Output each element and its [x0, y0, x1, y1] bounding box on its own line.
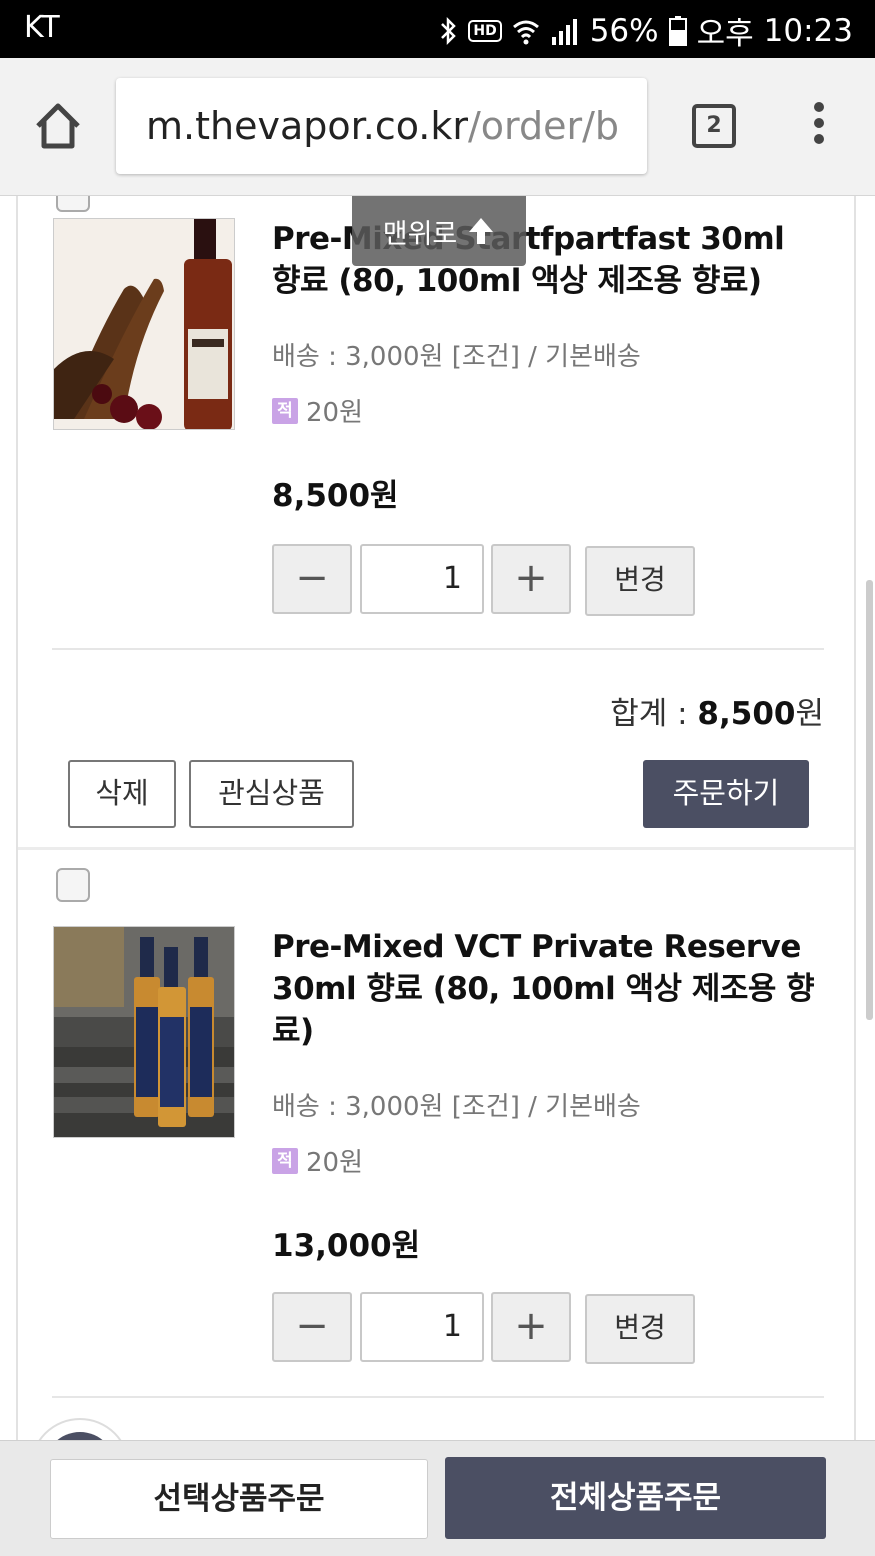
item-total: 합계 : 8,500원	[610, 688, 824, 733]
total-unit: 원	[795, 696, 824, 732]
points-info: 적 20원	[272, 392, 363, 429]
product-name[interactable]: Pre-Mixed VCT Private Reserve 30ml 향료 (8…	[272, 926, 822, 1052]
points-value: 20원	[306, 1148, 364, 1178]
tab-switcher-button[interactable]: 2	[692, 104, 736, 148]
cart-list: Pre-Mixed Startfpartfast 30ml 향료 (80, 10…	[16, 196, 856, 1440]
page-scrollbar[interactable]	[866, 580, 873, 1020]
shipping-info: 배송 : 3,000원 [조건] / 기본배송	[272, 1092, 641, 1122]
points-info: 적 20원	[272, 1142, 363, 1179]
quantity-input[interactable]: 1	[360, 544, 484, 614]
product-price: 13,000원	[272, 1228, 421, 1264]
bottom-order-bar: 선택상품주문 전체상품주문	[0, 1440, 875, 1556]
scroll-to-top-label: 맨위로	[382, 218, 458, 250]
points-badge-icon: 적	[272, 397, 298, 424]
item-checkbox[interactable]	[56, 868, 90, 902]
clock: 10:23	[763, 12, 853, 49]
signal-icon	[550, 17, 580, 45]
quantity-decrease-button[interactable]: −	[272, 544, 352, 614]
order-all-button[interactable]: 전체상품주문	[445, 1457, 826, 1539]
change-quantity-button[interactable]: 변경	[585, 546, 695, 616]
delete-button[interactable]: 삭제	[68, 760, 176, 828]
product-thumbnail[interactable]	[53, 926, 235, 1138]
quantity-increase-button[interactable]: +	[491, 1292, 571, 1362]
total-value: 8,500	[697, 696, 796, 732]
shipping-info: 배송 : 3,000원 [조건] / 기본배송	[272, 342, 641, 372]
url-path: /order/b	[468, 104, 620, 148]
change-quantity-button[interactable]: 변경	[585, 1294, 695, 1364]
battery-percent: 56%	[589, 12, 659, 49]
quantity-decrease-button[interactable]: −	[272, 1292, 352, 1362]
product-thumbnail[interactable]	[53, 218, 235, 430]
time-period: 오후	[696, 16, 754, 52]
order-selected-button[interactable]: 선택상품주문	[50, 1459, 428, 1539]
quantity-input[interactable]: 1	[360, 1292, 484, 1362]
cart-item: Pre-Mixed Startfpartfast 30ml 향료 (80, 10…	[18, 196, 854, 848]
quantity-increase-button[interactable]: +	[491, 544, 571, 614]
cart-item: Pre-Mixed VCT Private Reserve 30ml 향료 (8…	[18, 850, 854, 1440]
overflow-menu-icon[interactable]	[806, 102, 832, 152]
url-text: m.thevapor.co.kr/order/b	[146, 104, 619, 148]
bluetooth-icon	[438, 16, 458, 46]
carrier-label: KT	[24, 10, 60, 45]
battery-icon	[668, 15, 687, 46]
arrow-up-icon	[469, 218, 494, 244]
wishlist-button[interactable]: 관심상품	[189, 760, 354, 828]
url-domain: m.thevapor.co.kr	[146, 104, 468, 148]
item-checkbox[interactable]	[56, 196, 90, 212]
divider	[52, 648, 824, 650]
url-bar[interactable]: m.thevapor.co.kr/order/b	[116, 78, 647, 174]
hd-voice-icon: HD	[468, 19, 502, 42]
points-badge-icon: 적	[272, 1147, 298, 1174]
browser-toolbar: m.thevapor.co.kr/order/b 2	[0, 58, 875, 196]
points-value: 20원	[306, 398, 364, 428]
divider	[52, 1396, 824, 1398]
product-price: 8,500원	[272, 478, 399, 514]
order-button[interactable]: 주문하기	[643, 760, 809, 828]
status-icons: HD 56% 오후 10:23	[438, 8, 853, 53]
scroll-to-top-button[interactable]: 맨위로	[352, 196, 526, 266]
total-label: 합계 :	[610, 696, 698, 732]
status-bar: KT HD 56% 오후 10:23	[0, 0, 875, 58]
wifi-icon	[512, 17, 540, 45]
home-icon[interactable]	[30, 98, 86, 154]
